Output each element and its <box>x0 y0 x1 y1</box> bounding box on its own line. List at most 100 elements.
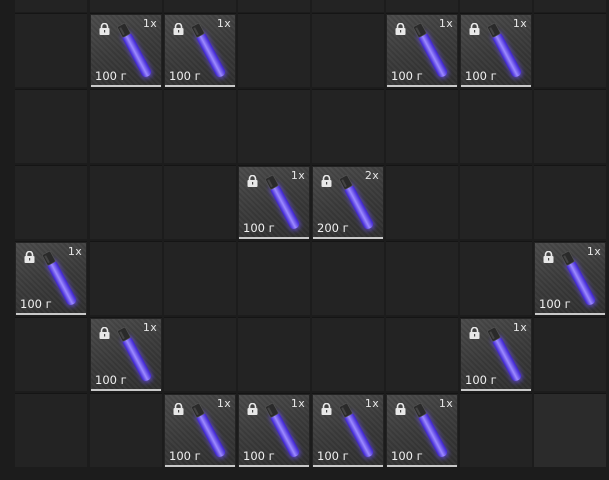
inventory-cell[interactable] <box>90 165 162 239</box>
inventory-cell[interactable] <box>90 0 162 12</box>
item-quantity: 1x <box>142 17 157 30</box>
inventory-cell[interactable] <box>386 0 458 12</box>
inventory-cell[interactable] <box>460 165 532 239</box>
padlock-icon <box>543 251 554 263</box>
inventory-cell[interactable]: 1x 100 г <box>460 317 532 391</box>
item-quantity: 1x <box>67 245 82 258</box>
item-quantity: 1x <box>364 397 379 410</box>
inventory-cell[interactable] <box>90 241 162 315</box>
inventory-cell[interactable] <box>164 241 236 315</box>
inventory-cell[interactable] <box>460 89 532 163</box>
item-weight: 100 г <box>169 69 201 83</box>
inventory-cell[interactable]: 2x 200 г <box>312 165 384 239</box>
item-quantity: 2x <box>364 169 379 182</box>
item-quantity: 1x <box>438 397 453 410</box>
padlock-icon <box>173 403 184 415</box>
padlock-icon <box>24 251 35 263</box>
item-quantity: 1x <box>438 17 453 30</box>
inventory-item-glowstick[interactable]: 1x 100 г <box>239 395 309 467</box>
inventory-item-glowstick[interactable]: 1x 100 г <box>16 243 86 315</box>
inventory-item-glowstick[interactable]: 2x 200 г <box>313 167 383 239</box>
inventory-item-glowstick[interactable]: 1x 100 г <box>387 395 457 467</box>
inventory-cell[interactable] <box>238 0 310 12</box>
item-weight: 100 г <box>317 449 349 463</box>
padlock-icon <box>395 403 406 415</box>
padlock-icon <box>321 175 332 187</box>
padlock-icon <box>469 23 480 35</box>
inventory-cell[interactable] <box>15 0 87 12</box>
inventory-item-glowstick[interactable]: 1x 100 г <box>461 15 531 87</box>
item-weight: 100 г <box>243 449 275 463</box>
item-weight: 100 г <box>95 69 127 83</box>
inventory-cell[interactable] <box>386 241 458 315</box>
item-quantity: 1x <box>216 17 231 30</box>
inventory-cell[interactable] <box>460 241 532 315</box>
inventory-cell[interactable]: 1x 100 г <box>238 165 310 239</box>
inventory-cell[interactable] <box>534 165 606 239</box>
inventory-cell[interactable] <box>90 89 162 163</box>
inventory-cell[interactable] <box>15 393 87 467</box>
inventory-cell[interactable] <box>386 89 458 163</box>
inventory-cell[interactable]: 1x 100 г <box>460 13 532 87</box>
inventory-cell[interactable] <box>312 241 384 315</box>
inventory-item-glowstick[interactable]: 1x 100 г <box>91 15 161 87</box>
item-quantity: 1x <box>586 245 601 258</box>
inventory-cell[interactable] <box>312 89 384 163</box>
inventory-grid: 1x 100 г 1x 100 г 1x 100 г 1x 100 г 1x 100 г 2x 200… <box>0 0 609 480</box>
inventory-cell[interactable] <box>534 13 606 87</box>
inventory-cell[interactable] <box>534 0 606 12</box>
inventory-cell[interactable] <box>460 0 532 12</box>
inventory-item-glowstick[interactable]: 1x 100 г <box>313 395 383 467</box>
inventory-cell[interactable] <box>238 317 310 391</box>
inventory-cell[interactable] <box>15 13 87 87</box>
inventory-item-glowstick[interactable]: 1x 100 г <box>165 395 235 467</box>
inventory-cell[interactable] <box>386 165 458 239</box>
inventory-cell[interactable] <box>534 393 606 467</box>
inventory-cell[interactable] <box>386 317 458 391</box>
inventory-cell[interactable] <box>15 89 87 163</box>
inventory-cell[interactable] <box>164 0 236 12</box>
inventory-item-glowstick[interactable]: 1x 100 г <box>535 243 605 315</box>
inventory-cell[interactable]: 1x 100 г <box>312 393 384 467</box>
item-weight: 100 г <box>465 69 497 83</box>
inventory-cell[interactable] <box>164 317 236 391</box>
item-weight: 100 г <box>391 69 423 83</box>
inventory-cell[interactable] <box>90 393 162 467</box>
item-weight: 100 г <box>539 297 571 311</box>
inventory-cell[interactable] <box>238 89 310 163</box>
padlock-icon <box>247 403 258 415</box>
inventory-cell[interactable] <box>312 13 384 87</box>
inventory-item-glowstick[interactable]: 1x 100 г <box>461 319 531 391</box>
item-quantity: 1x <box>290 169 305 182</box>
inventory-cell[interactable]: 1x 100 г <box>164 13 236 87</box>
padlock-icon <box>321 403 332 415</box>
item-weight: 100 г <box>391 449 423 463</box>
inventory-cell[interactable]: 1x 100 г <box>90 317 162 391</box>
inventory-cell[interactable] <box>534 317 606 391</box>
inventory-cell[interactable] <box>15 317 87 391</box>
inventory-item-glowstick[interactable]: 1x 100 г <box>91 319 161 391</box>
padlock-icon <box>469 327 480 339</box>
inventory-cell[interactable]: 1x 100 г <box>15 241 87 315</box>
inventory-cell[interactable] <box>164 89 236 163</box>
inventory-item-glowstick[interactable]: 1x 100 г <box>165 15 235 87</box>
inventory-cell[interactable]: 1x 100 г <box>90 13 162 87</box>
inventory-cell[interactable] <box>460 393 532 467</box>
inventory-cell[interactable]: 1x 100 г <box>534 241 606 315</box>
inventory-item-glowstick[interactable]: 1x 100 г <box>387 15 457 87</box>
inventory-cell[interactable] <box>312 0 384 12</box>
inventory-cell[interactable] <box>534 89 606 163</box>
inventory-cell[interactable]: 1x 100 г <box>164 393 236 467</box>
inventory-cell[interactable]: 1x 100 г <box>238 393 310 467</box>
inventory-item-glowstick[interactable]: 1x 100 г <box>239 167 309 239</box>
item-quantity: 1x <box>512 321 527 334</box>
inventory-cell[interactable] <box>238 13 310 87</box>
inventory-cell[interactable] <box>15 165 87 239</box>
inventory-cell[interactable] <box>312 317 384 391</box>
inventory-cell[interactable]: 1x 100 г <box>386 13 458 87</box>
item-weight: 200 г <box>317 221 349 235</box>
padlock-icon <box>99 23 110 35</box>
inventory-cell[interactable] <box>164 165 236 239</box>
inventory-cell[interactable] <box>238 241 310 315</box>
inventory-cell[interactable]: 1x 100 г <box>386 393 458 467</box>
